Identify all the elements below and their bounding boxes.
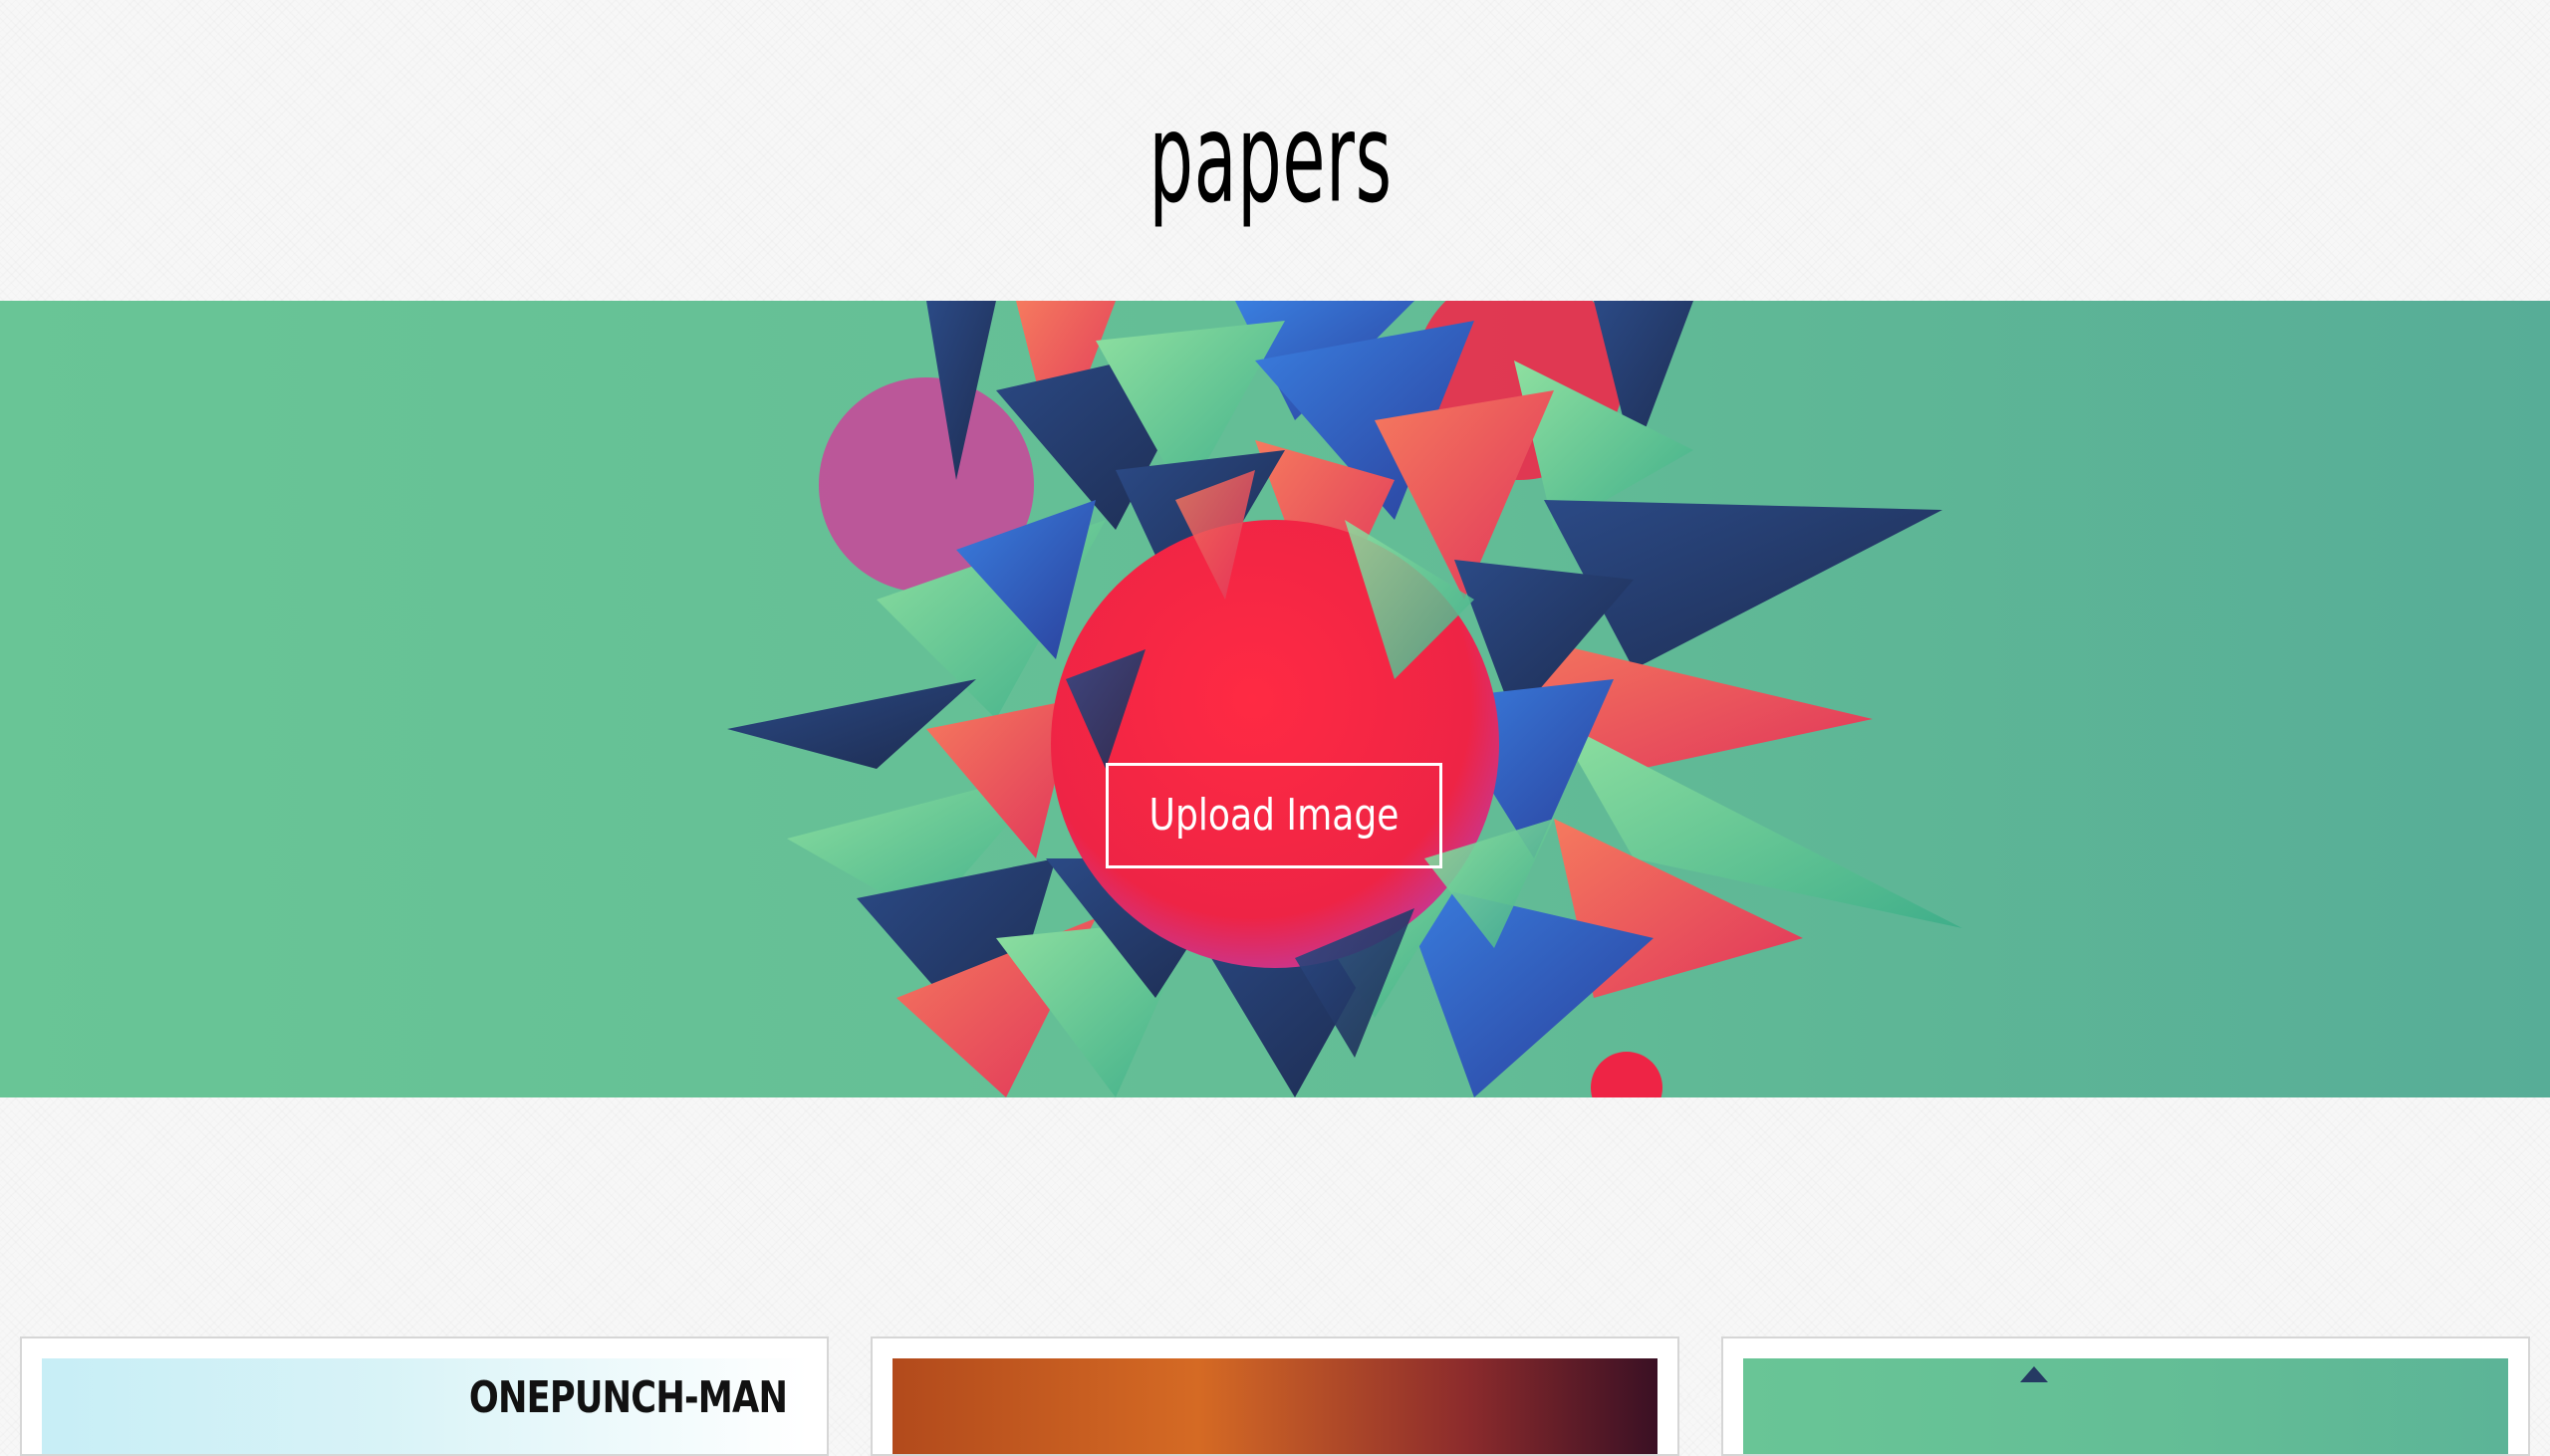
thumbnail-shape: [2020, 1366, 2048, 1382]
logo-wordmark: papers: [1148, 87, 1394, 231]
hero-banner: Upload Image: [0, 301, 2550, 1097]
wallpaper-gallery: ONEPUNCH-MAN: [0, 1097, 2550, 1456]
upload-image-button[interactable]: Upload Image: [1106, 763, 1442, 868]
site-header: papers: [0, 0, 2550, 301]
wallpaper-thumbnail[interactable]: [1743, 1358, 2508, 1454]
gallery-card[interactable]: [1721, 1336, 2530, 1456]
thumbnail-caption: ONEPUNCH-MAN: [468, 1372, 788, 1423]
wallpaper-thumbnail[interactable]: ONEPUNCH-MAN: [42, 1358, 807, 1454]
wallpaper-thumbnail[interactable]: [892, 1358, 1658, 1454]
papers-logo[interactable]: papers: [1134, 88, 1408, 231]
hero-artwork: [727, 301, 1962, 1097]
gallery-card[interactable]: [871, 1336, 1679, 1456]
gallery-card[interactable]: ONEPUNCH-MAN: [20, 1336, 829, 1456]
upload-image-label: Upload Image: [1148, 790, 1400, 841]
